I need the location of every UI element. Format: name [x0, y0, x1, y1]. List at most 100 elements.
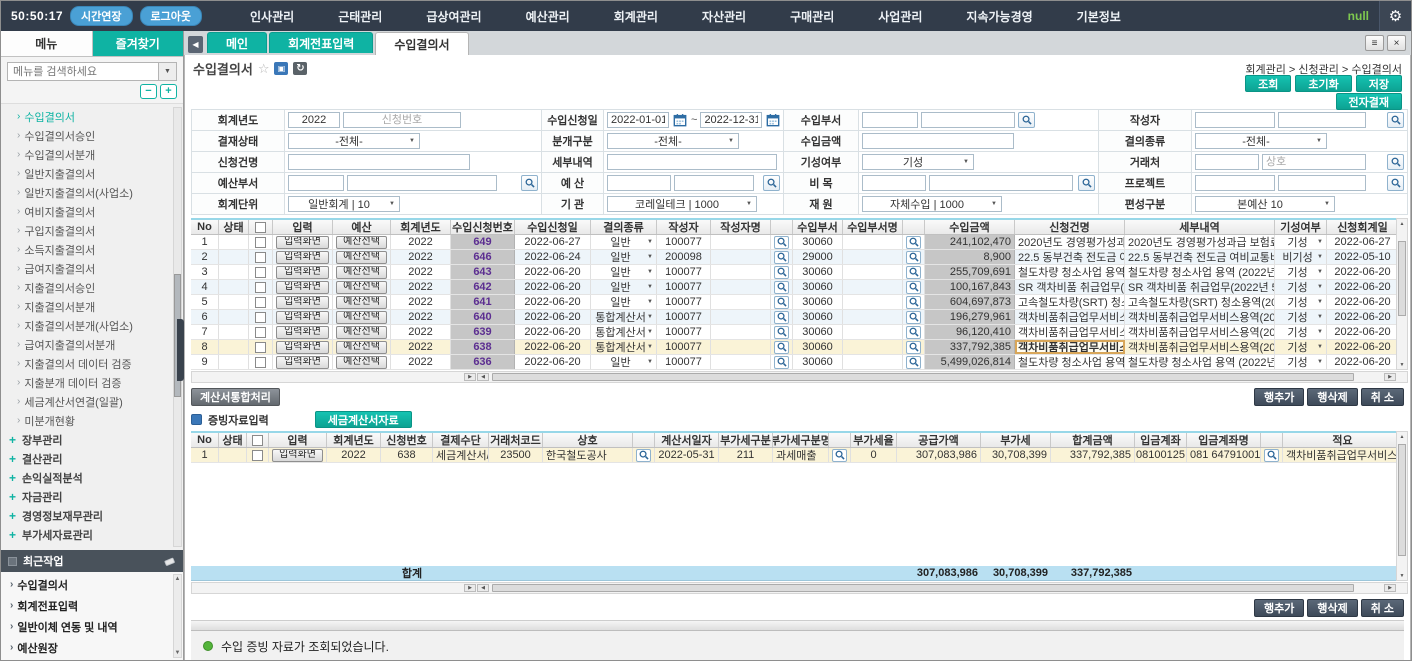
- grid2-cell-supply[interactable]: 307,083,986: [897, 448, 981, 462]
- grid1-cell-chk[interactable]: [249, 265, 273, 279]
- grid1-cell-dept[interactable]: 30060: [793, 355, 843, 369]
- recent-item-2[interactable]: ›일반이체 연동 및 내역: [1, 616, 183, 637]
- grid1-cell-type[interactable]: 일반▼: [591, 280, 657, 294]
- tab-2[interactable]: 수입결의서: [375, 32, 468, 55]
- grid1-col-year[interactable]: 회계년도: [391, 220, 451, 234]
- grid1-col-acct_date[interactable]: 신청회계일: [1327, 220, 1396, 234]
- row-checkbox[interactable]: [255, 342, 266, 353]
- grid1-cell-dept_name[interactable]: [843, 355, 903, 369]
- grid1-cell-completion[interactable]: 기성▼: [1275, 280, 1327, 294]
- grid1-cell-input[interactable]: 입력화면: [273, 235, 333, 249]
- grid2-col-status[interactable]: 상태: [219, 433, 247, 447]
- search-icon[interactable]: [774, 311, 789, 324]
- grid1-cell-completion[interactable]: 기성▼: [1275, 340, 1327, 354]
- tab-list-button[interactable]: ≡: [1365, 35, 1384, 51]
- grid1-cell-year[interactable]: 2022: [391, 235, 451, 249]
- grid2-cell-vat_rate[interactable]: 0: [851, 448, 897, 462]
- grid1-cell-detail[interactable]: 철도차량 청소사업 용역 (2022년 5월) 방역: [1125, 265, 1275, 279]
- search-icon[interactable]: [774, 341, 789, 354]
- tax-invoice-button[interactable]: 세금계산서자료: [315, 411, 412, 428]
- grid1-cell-no[interactable]: 2: [191, 250, 219, 264]
- grid1-cell-s1[interactable]: [771, 340, 793, 354]
- row-checkbox[interactable]: [255, 327, 266, 338]
- search-icon[interactable]: [774, 326, 789, 339]
- grid1-col-no[interactable]: No: [191, 220, 219, 234]
- grid1-row-9[interactable]: 9입력화면예산선택20226362022-06-20일반▼10007730060…: [191, 355, 1396, 370]
- grid2-cell-payment[interactable]: 세금계산서/...: [433, 448, 489, 462]
- grid1-cell-year[interactable]: 2022: [391, 340, 451, 354]
- search-icon[interactable]: [774, 356, 789, 369]
- collapse-all-button[interactable]: −: [140, 84, 157, 99]
- grid1-cell-s1[interactable]: [771, 235, 793, 249]
- topbar-menu-1[interactable]: 근태관리: [316, 8, 404, 25]
- search-icon[interactable]: [832, 449, 847, 462]
- grid1-cell-dept[interactable]: 30060: [793, 325, 843, 339]
- grid1-cell-detail[interactable]: 22.5 동부건축 전도금 여비교통비 수입결의(착...: [1125, 250, 1275, 264]
- grid1-cell-writer_name[interactable]: [711, 250, 771, 264]
- grid1-cell-type[interactable]: 일반▼: [591, 265, 657, 279]
- writer-name-input[interactable]: [1278, 112, 1366, 128]
- grid1-cell-dept_name[interactable]: [843, 280, 903, 294]
- grid2-col-supply[interactable]: 공급가액: [897, 433, 981, 447]
- vertical-scrollbar[interactable]: ▲ ▼: [1396, 218, 1408, 370]
- income-date-from-input[interactable]: [607, 112, 669, 128]
- grid2-cell-account_name[interactable]: 081 647910015...: [1187, 448, 1261, 462]
- sidebar-item-10[interactable]: ›지출결의서분개: [1, 297, 183, 316]
- grid1-cell-year[interactable]: 2022: [391, 355, 451, 369]
- budget-screen-button[interactable]: 예산선택: [336, 341, 387, 354]
- sidebar-item-11[interactable]: ›지출결의서분개(사업소): [1, 316, 183, 335]
- grid1-cell-writer[interactable]: 100077: [657, 265, 711, 279]
- topbar-menu-4[interactable]: 회계관리: [592, 8, 680, 25]
- grid1-cell-title[interactable]: 22.5 동부건축 전도금 여비...: [1015, 250, 1125, 264]
- grid2-cell-vendor_code[interactable]: 23500: [489, 448, 543, 462]
- grid1-cell-writer_name[interactable]: [711, 280, 771, 294]
- grid1-cell-type[interactable]: 통합계산서▼: [591, 325, 657, 339]
- grid1-cell-dept[interactable]: 30060: [793, 280, 843, 294]
- tab-1[interactable]: 회계전표입력: [269, 32, 373, 53]
- sidebar-item-15[interactable]: ›세금계산서연결(일괄): [1, 392, 183, 411]
- sidebar-item-8[interactable]: ›급여지출결의서: [1, 259, 183, 278]
- grid2-col-s3[interactable]: [1261, 433, 1283, 447]
- grid1-cell-type[interactable]: 일반▼: [591, 355, 657, 369]
- grid1-cell-s2[interactable]: [903, 310, 925, 324]
- project-search-button[interactable]: [1387, 175, 1404, 191]
- grid1-cell-dept[interactable]: 30060: [793, 295, 843, 309]
- grid1-cell-writer_name[interactable]: [711, 340, 771, 354]
- grid2-cell-remark[interactable]: 객차비품취급업무서비스용...: [1283, 448, 1396, 462]
- grid1-cell-dept[interactable]: 30060: [793, 310, 843, 324]
- scroll-left-icon[interactable]: ◀: [477, 584, 489, 592]
- approval-status-select[interactable]: -전체-▼: [288, 133, 420, 149]
- sidebar-collapse-handle[interactable]: [177, 319, 184, 381]
- topbar-menu-7[interactable]: 사업관리: [856, 8, 944, 25]
- grid1-cell-amount[interactable]: 241,102,470: [925, 235, 1015, 249]
- settings-button[interactable]: ⚙: [1379, 1, 1411, 31]
- calendar-icon[interactable]: [765, 112, 781, 128]
- grid1-cell-detail[interactable]: 2020년도 경영평가성과급 보험료: [1125, 235, 1275, 249]
- grid1-cell-budget[interactable]: 예산선택: [333, 265, 391, 279]
- grid1-cell-completion[interactable]: 기성▼: [1275, 310, 1327, 324]
- grid1-cell-status[interactable]: [219, 325, 249, 339]
- budget-screen-button[interactable]: 예산선택: [336, 326, 387, 339]
- grid1-cell-completion[interactable]: 비기성▼: [1275, 250, 1327, 264]
- horizontal-scrollbar[interactable]: ▶ ◀ ▶: [191, 582, 1408, 594]
- writer-code-input[interactable]: [1195, 112, 1275, 128]
- search-icon[interactable]: [906, 326, 921, 339]
- sidebar-group-1[interactable]: +결산관리: [1, 449, 183, 468]
- grid1-cell-dept[interactable]: 30060: [793, 340, 843, 354]
- grid1-cell-amount[interactable]: 255,709,691: [925, 265, 1015, 279]
- search-icon[interactable]: [906, 356, 921, 369]
- grid1-cell-s2[interactable]: [903, 355, 925, 369]
- grid1-row-2[interactable]: 2입력화면예산선택20226462022-06-24일반▼20009829000…: [191, 250, 1396, 265]
- grid1-cell-writer[interactable]: 100077: [657, 235, 711, 249]
- scroll-up-icon[interactable]: ▲: [1397, 219, 1407, 228]
- income-date-to-input[interactable]: [700, 112, 762, 128]
- grid1-cell-chk[interactable]: [249, 325, 273, 339]
- project-code-input[interactable]: [1195, 175, 1275, 191]
- grid1-cell-s1[interactable]: [771, 355, 793, 369]
- grid1-cell-title[interactable]: 객차비품취급업무서비스용...: [1015, 310, 1125, 324]
- grid2-cell-vat[interactable]: 30,708,399: [981, 448, 1051, 462]
- grid1-col-dept_name[interactable]: 수입부서명: [843, 220, 903, 234]
- scrollbar-thumb[interactable]: [1398, 241, 1406, 316]
- grid1-row-5[interactable]: 5입력화면예산선택20226412022-06-20일반▼10007730060…: [191, 295, 1396, 310]
- grid2-cell-vat_name[interactable]: 과세매출: [773, 448, 829, 462]
